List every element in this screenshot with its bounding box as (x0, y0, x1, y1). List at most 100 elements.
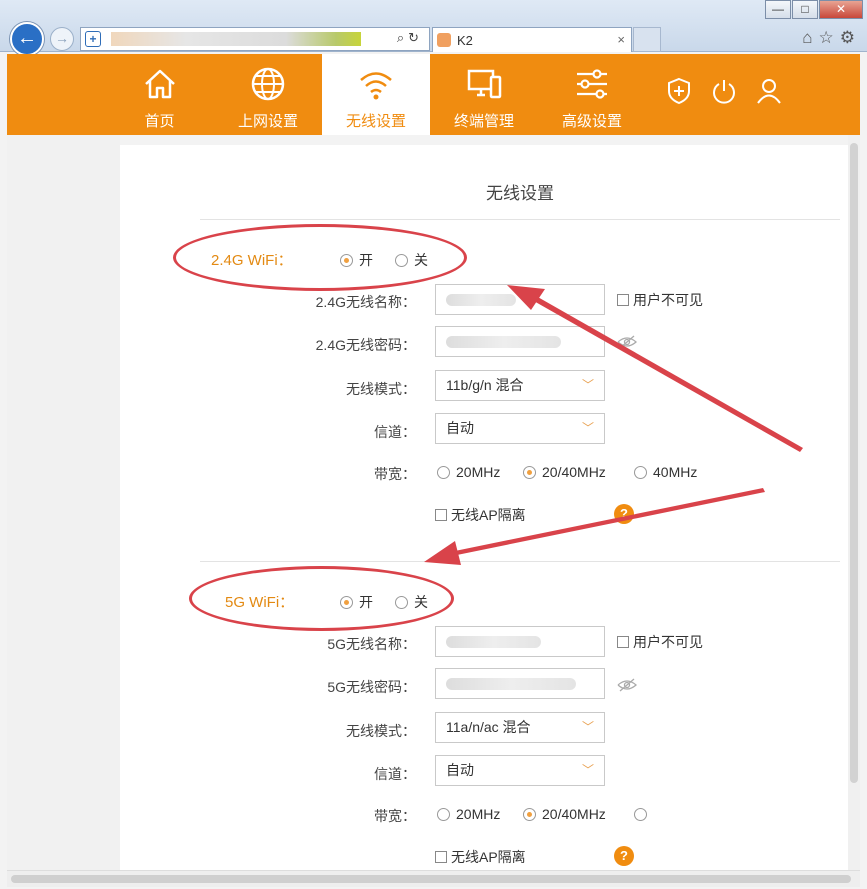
back-button[interactable]: ← (10, 22, 44, 56)
minimize-button[interactable]: — (765, 0, 791, 19)
scrollbar-thumb[interactable] (11, 875, 851, 883)
user-icon[interactable] (754, 76, 784, 106)
forward-button[interactable]: → (50, 27, 74, 51)
chevron-down-icon: ﹀ (581, 378, 594, 392)
radio-checked-icon (523, 466, 536, 479)
devices-icon (467, 69, 502, 99)
nav-label: 上网设置 (237, 113, 298, 130)
wifi5-channel-select[interactable]: 自动 ﹀ (435, 755, 605, 786)
nav-label: 高级设置 (561, 113, 622, 130)
settings-gear-icon[interactable]: ⚙ (840, 28, 855, 48)
wifi5-bw-40-radio[interactable] (634, 806, 653, 822)
wifi24-password-input[interactable] (435, 326, 605, 357)
home-icon (144, 69, 175, 99)
sliders-icon (577, 69, 607, 99)
eye-hidden-icon[interactable] (617, 335, 637, 349)
router-nav-bar: 首页 上网设置 无线设置 终端管理 高级设置 (7, 54, 860, 135)
browser-toolbar-icons: ⌂ ☆ ⚙ (802, 28, 855, 48)
close-window-button[interactable]: ✕ (819, 0, 863, 19)
radio-label: 20MHz (456, 464, 501, 480)
tab-favicon-icon (437, 33, 451, 47)
chevron-down-icon: ﹀ (581, 421, 594, 435)
checkbox-icon (435, 509, 447, 521)
wifi-icon (360, 72, 392, 100)
checkbox-label: 无线AP隔离 (451, 507, 526, 523)
wifi5-bw-20-radio[interactable]: 20MHz (437, 806, 500, 822)
radio-label: 40MHz (653, 464, 698, 480)
radio-label: 20MHz (456, 806, 501, 822)
horizontal-scrollbar[interactable] (7, 870, 860, 887)
wifi24-name-label: 2.4G无线名称： (315, 294, 416, 310)
wifi5-name-label: 5G无线名称： (327, 636, 416, 652)
nav-label: 首页 (144, 113, 175, 130)
divider (200, 561, 840, 562)
radio-label: 20/40MHz (542, 806, 606, 822)
checkbox-icon (617, 294, 629, 306)
checkbox-icon (435, 851, 447, 863)
vertical-scrollbar[interactable] (848, 135, 860, 870)
wifi5-bandwidth-label: 带宽： (374, 808, 416, 824)
nav-device-management[interactable]: 终端管理 (430, 54, 538, 135)
wifi24-bandwidth-label: 带宽： (374, 466, 416, 482)
nav-home[interactable]: 首页 (107, 54, 212, 135)
power-icon[interactable] (709, 76, 739, 106)
radio-label: 20/40MHz (542, 464, 606, 480)
wifi5-channel-label: 信道： (374, 766, 416, 782)
annotation-circle-5g (189, 566, 454, 631)
wifi24-hidden-checkbox[interactable]: 用户不可见 (617, 290, 703, 310)
refresh-icon[interactable]: ↻ (408, 30, 423, 45)
nav-advanced-settings[interactable]: 高级设置 (538, 54, 646, 135)
help-icon[interactable]: ? (614, 504, 634, 524)
security-shield-icon[interactable]: + (85, 31, 101, 47)
wifi24-mode-select[interactable]: 11b/g/n 混合 ﹀ (435, 370, 605, 401)
nav-internet-settings[interactable]: 上网设置 (214, 54, 322, 135)
wifi5-hidden-checkbox[interactable]: 用户不可见 (617, 632, 703, 652)
checkbox-label: 无线AP隔离 (451, 849, 526, 865)
address-tools[interactable]: ⌕↻ (397, 30, 423, 46)
browser-tab[interactable]: K2 × (432, 27, 632, 52)
search-icon[interactable]: ⌕ (397, 30, 408, 45)
nav-wireless-settings[interactable]: 无线设置 (322, 54, 430, 135)
wifi5-mode-select[interactable]: 11a/n/ac 混合 ﹀ (435, 712, 605, 743)
wifi24-bw-40-radio[interactable]: 40MHz (634, 464, 697, 480)
chevron-down-icon: ﹀ (581, 720, 594, 734)
wifi24-name-input[interactable] (435, 284, 605, 315)
wifi5-bw-2040-radio[interactable]: 20/40MHz (523, 806, 606, 822)
wifi5-name-input[interactable] (435, 626, 605, 657)
annotation-circle-24g (173, 224, 467, 291)
select-value: 自动 (446, 762, 474, 778)
help-icon[interactable]: ? (614, 846, 634, 866)
eye-hidden-icon[interactable] (617, 678, 637, 692)
wifi5-ap-isolation-checkbox[interactable]: 无线AP隔离 (435, 847, 526, 867)
wifi5-password-label: 5G无线密码： (327, 679, 416, 695)
wifi24-ap-isolation-checkbox[interactable]: 无线AP隔离 (435, 505, 526, 525)
wifi24-mode-label: 无线模式： (346, 381, 416, 397)
wifi24-channel-select[interactable]: 自动 ﹀ (435, 413, 605, 444)
radio-unchecked-icon (634, 808, 647, 821)
nav-label: 无线设置 (345, 113, 406, 130)
radio-unchecked-icon (634, 466, 647, 479)
tab-close-icon[interactable]: × (617, 32, 625, 47)
scrollbar-thumb[interactable] (850, 143, 858, 783)
new-tab-button[interactable] (633, 27, 661, 52)
security-shield-icon[interactable] (664, 76, 694, 106)
checkbox-label: 用户不可见 (633, 634, 703, 650)
wifi24-bw-20-radio[interactable]: 20MHz (437, 464, 500, 480)
home-icon[interactable]: ⌂ (802, 28, 812, 48)
blurred-value (446, 636, 541, 648)
wifi24-password-label: 2.4G无线密码： (315, 337, 416, 353)
address-bar[interactable]: + ⌕↻ (80, 27, 430, 51)
blurred-value (446, 678, 576, 690)
wifi24-channel-label: 信道： (374, 424, 416, 440)
window-controls: — □ ✕ (764, 0, 863, 19)
blurred-value (446, 294, 516, 306)
select-value: 11b/g/n 混合 (446, 377, 524, 393)
radio-unchecked-icon (437, 808, 450, 821)
favorites-star-icon[interactable]: ☆ (819, 28, 834, 48)
radio-checked-icon (523, 808, 536, 821)
maximize-button[interactable]: □ (792, 0, 818, 19)
wifi24-bw-2040-radio[interactable]: 20/40MHz (523, 464, 606, 480)
wifi5-password-input[interactable] (435, 668, 605, 699)
checkbox-icon (617, 636, 629, 648)
wifi5-mode-label: 无线模式： (346, 723, 416, 739)
